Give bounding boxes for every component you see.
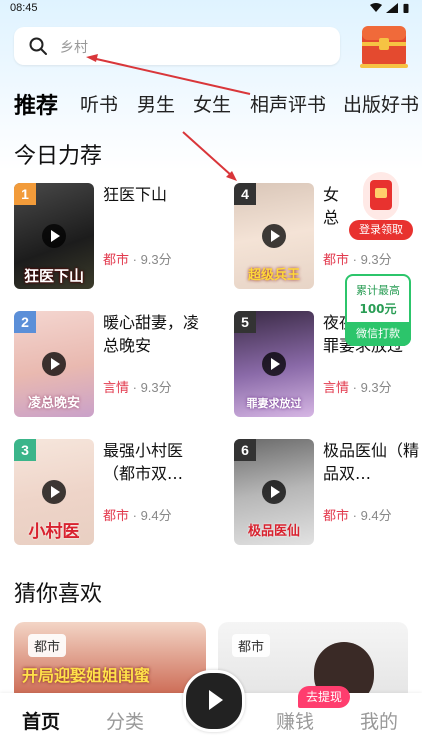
section-title-guess: 猜你喜欢: [14, 582, 103, 607]
cover-title: 小村医: [28, 522, 80, 542]
book-genre: 言情: [323, 380, 350, 395]
book-card[interactable]: 2 凌总晚安 暖心甜妻，凌总晚安 言情 · 9.3分: [14, 311, 214, 419]
login-reward-label: 登录领取: [349, 220, 413, 240]
cover-title: 罪妻求放过: [246, 397, 302, 410]
annotation-arrow-line: [182, 131, 233, 177]
book-cover: 6 极品医仙: [234, 439, 314, 545]
book-title: 狂医下山: [103, 185, 168, 204]
book-score: 9.4分: [360, 508, 392, 523]
cover-title: 极品医仙: [247, 524, 300, 539]
rank-badge: 5: [234, 311, 256, 333]
play-icon[interactable]: [262, 352, 286, 376]
book-genre: 都市: [323, 508, 350, 523]
payout-caption: 累计最高: [356, 284, 400, 297]
cover-title: 超级兵王: [247, 268, 300, 283]
payout-action: 微信打款: [345, 322, 411, 346]
guess-card[interactable]: 都市 开局迎娶姐姐闺蜜: [14, 622, 206, 702]
book-score: 9.3分: [360, 380, 392, 395]
book-card[interactable]: 1 狂医下山 狂医下山 都市 · 9.3分: [14, 183, 214, 291]
search-bar[interactable]: 乡村: [14, 27, 340, 65]
book-genre: 都市: [103, 252, 130, 267]
book-cover: 2 凌总晚安: [14, 311, 94, 417]
nav-category[interactable]: 分类: [106, 707, 144, 734]
book-title: 暖心甜妻，凌总晚安: [103, 313, 200, 355]
book-title: 最强小村医（都市双…: [103, 441, 184, 483]
tab-crosstalk[interactable]: 相声评书: [250, 90, 326, 117]
play-icon[interactable]: [262, 224, 286, 248]
section-title-today: 今日力荐: [14, 144, 103, 169]
withdraw-badge[interactable]: 去提现: [298, 686, 351, 708]
book-genre: 都市: [323, 252, 350, 267]
signal-icon: [386, 3, 398, 13]
book-score: 9.4分: [140, 508, 172, 523]
cover-title: 狂医下山: [23, 267, 84, 285]
wifi-icon: [370, 3, 382, 12]
book-meta: 都市 · 9.3分: [323, 252, 392, 267]
book-score: 9.3分: [140, 380, 172, 395]
payout-amount: 100元: [359, 302, 397, 316]
book-score: 9.3分: [140, 252, 172, 267]
treasure-chest-icon[interactable]: [356, 18, 412, 72]
book-card[interactable]: 6 极品医仙 极品医仙（精品双… 都市 · 9.4分: [234, 439, 422, 547]
tab-published[interactable]: 出版好书: [343, 90, 419, 117]
book-meta: 都市 · 9.4分: [103, 508, 172, 523]
book-cover: 4 超级兵王: [234, 183, 314, 289]
book-meta: 都市 · 9.3分: [103, 252, 172, 267]
nav-mine[interactable]: 我的: [360, 707, 398, 734]
cover-title: 凌总晚安: [27, 396, 80, 411]
center-play-button[interactable]: [183, 670, 245, 732]
book-genre: 言情: [103, 380, 130, 395]
play-icon[interactable]: [42, 224, 66, 248]
rank-badge: 2: [14, 311, 36, 333]
book-genre: 都市: [103, 508, 130, 523]
book-cover: 3 小村医: [14, 439, 94, 545]
rank-badge: 6: [234, 439, 256, 461]
login-reward-widget[interactable]: 登录领取: [349, 172, 413, 240]
category-tabs: 推荐 听书 男生 女生 相声评书 出版好书: [14, 90, 422, 124]
rank-badge: 1: [14, 183, 36, 205]
nav-earn[interactable]: 赚钱: [276, 707, 314, 734]
battery-icon: [403, 3, 409, 13]
guess-cover-title: 开局迎娶姐姐闺蜜: [22, 666, 151, 685]
nav-home[interactable]: 首页: [22, 707, 60, 734]
wechat-payout-widget[interactable]: 累计最高 100元 微信打款: [345, 274, 411, 346]
red-envelope-seal: [375, 188, 387, 198]
genre-tag: 都市: [28, 634, 67, 657]
book-meta: 言情 · 9.3分: [323, 380, 392, 395]
search-icon: [29, 37, 47, 55]
book-score: 9.3分: [360, 252, 392, 267]
play-icon[interactable]: [262, 480, 286, 504]
book-card[interactable]: 3 小村医 最强小村医（都市双… 都市 · 9.4分: [14, 439, 214, 547]
book-cover: 5 罪妻求放过: [234, 311, 314, 417]
book-title: 极品医仙（精品双…: [323, 441, 420, 483]
book-meta: 都市 · 9.4分: [323, 508, 392, 523]
tab-audiobook[interactable]: 听书: [80, 90, 118, 117]
play-icon[interactable]: [42, 352, 66, 376]
search-placeholder: 乡村: [60, 40, 88, 56]
play-icon[interactable]: [42, 480, 66, 504]
tab-male[interactable]: 男生: [137, 90, 175, 117]
status-bar: 08:45: [0, 0, 422, 18]
genre-tag: 都市: [232, 634, 271, 657]
rank-badge: 3: [14, 439, 36, 461]
tab-recommend[interactable]: 推荐: [14, 88, 58, 120]
book-meta: 言情 · 9.3分: [103, 380, 172, 395]
status-time: 08:45: [10, 2, 38, 14]
tab-female[interactable]: 女生: [193, 90, 231, 117]
annotation-arrowhead: [226, 171, 237, 181]
rank-badge: 4: [234, 183, 256, 205]
book-title: 女总裁的超级兵王: [323, 185, 340, 227]
book-cover: 1 狂医下山: [14, 183, 94, 289]
